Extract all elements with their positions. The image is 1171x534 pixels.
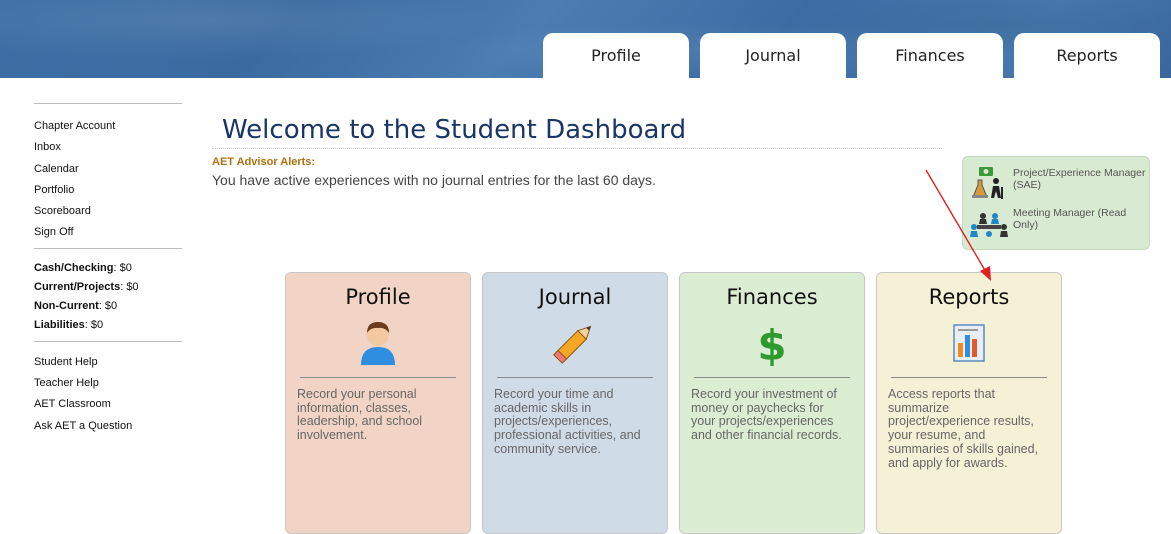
balance-value: : $0 — [120, 280, 139, 293]
balance-label: Cash/Checking — [34, 261, 114, 274]
profile-card[interactable]: Profile Record your personal information… — [285, 272, 471, 534]
sidebar-nav: Chapter Account Inbox Calendar Portfolio… — [34, 104, 182, 244]
balance-cash-checking: Cash/Checking: $0 — [34, 259, 182, 278]
person-icon — [353, 317, 403, 367]
sidebar-item-student-help[interactable]: Student Help — [34, 352, 182, 373]
balance-current-projects: Current/Projects: $0 — [34, 278, 182, 297]
card-divider — [497, 377, 653, 378]
card-divider — [891, 377, 1047, 378]
balance-label: Non-Current — [34, 299, 99, 312]
account-balances: Cash/Checking: $0 Current/Projects: $0 N… — [34, 249, 182, 335]
reports-card[interactable]: Reports Access reports that summarize pr… — [876, 272, 1062, 534]
report-icon — [944, 317, 994, 367]
alerts-label: AET Advisor Alerts: — [212, 156, 316, 168]
tab-profile[interactable]: Profile — [543, 33, 689, 78]
balance-value: : $0 — [113, 261, 132, 274]
sidebar-item-scoreboard[interactable]: Scoreboard — [34, 201, 182, 222]
page-title: Welcome to the Student Dashboard — [222, 115, 687, 145]
sidebar-item-teacher-help[interactable]: Teacher Help — [34, 373, 182, 394]
sidebar-item-chapter-account[interactable]: Chapter Account — [34, 116, 182, 137]
balance-value: : $0 — [84, 318, 104, 331]
manager-label: Project/Experience Manager (SAE) — [1013, 167, 1146, 191]
pencil-icon — [550, 317, 600, 367]
manager-label: Meeting Manager (Read Only) — [1013, 207, 1127, 231]
sidebar: Chapter Account Inbox Calendar Portfolio… — [34, 103, 182, 437]
balance-value: : $0 — [98, 299, 118, 312]
balance-non-current: Non-Current: $0 — [34, 297, 182, 316]
balance-label: Liabilities — [34, 318, 85, 331]
card-description: Record your time and academic skills in … — [494, 387, 641, 456]
sidebar-item-ask-aet[interactable]: Ask AET a Question — [34, 416, 182, 437]
card-title: Journal — [538, 285, 612, 309]
alert-message: You have active experiences with no jour… — [212, 172, 656, 188]
sidebar-item-aet-classroom[interactable]: AET Classroom — [34, 394, 182, 415]
sidebar-item-sign-off[interactable]: Sign Off — [34, 222, 182, 243]
balance-label: Current/Projects — [34, 280, 121, 293]
meeting-manager-link[interactable]: Meeting Manager (Read Only) — [969, 207, 1149, 241]
title-divider — [212, 148, 942, 149]
journal-card[interactable]: Journal Record your time and academic sk… — [482, 272, 668, 534]
project-experience-manager-link[interactable]: Project/Experience Manager (SAE) — [969, 167, 1149, 201]
meeting-manager-icon — [969, 207, 1009, 241]
sidebar-item-inbox[interactable]: Inbox — [34, 137, 182, 158]
card-description: Access reports that summarize project/ex… — [888, 387, 1039, 470]
tab-reports[interactable]: Reports — [1014, 33, 1160, 78]
card-description: Record your personal information, classe… — [297, 387, 423, 443]
sidebar-item-calendar[interactable]: Calendar — [34, 159, 182, 180]
help-links: Student Help Teacher Help AET Classroom … — [34, 342, 182, 437]
managers-panel: Project/Experience Manager (SAE) Meeting… — [962, 156, 1150, 250]
svg-text:$: $ — [757, 321, 786, 367]
balance-liabilities: Liabilities: $0 — [34, 316, 182, 335]
card-description: Record your investment of money or paych… — [691, 387, 842, 443]
card-title: Reports — [928, 285, 1010, 309]
card-divider — [300, 377, 456, 378]
dollar-icon: $ — [747, 317, 797, 370]
project-manager-icon — [969, 167, 1009, 201]
tab-finances[interactable]: Finances — [857, 33, 1003, 78]
card-title: Profile — [345, 285, 411, 309]
card-divider — [694, 377, 850, 378]
sidebar-item-portfolio[interactable]: Portfolio — [34, 180, 182, 201]
finances-card[interactable]: Finances $ Record your investment of mon… — [679, 272, 865, 534]
tab-journal[interactable]: Journal — [700, 33, 846, 78]
card-title: Finances — [726, 285, 818, 309]
